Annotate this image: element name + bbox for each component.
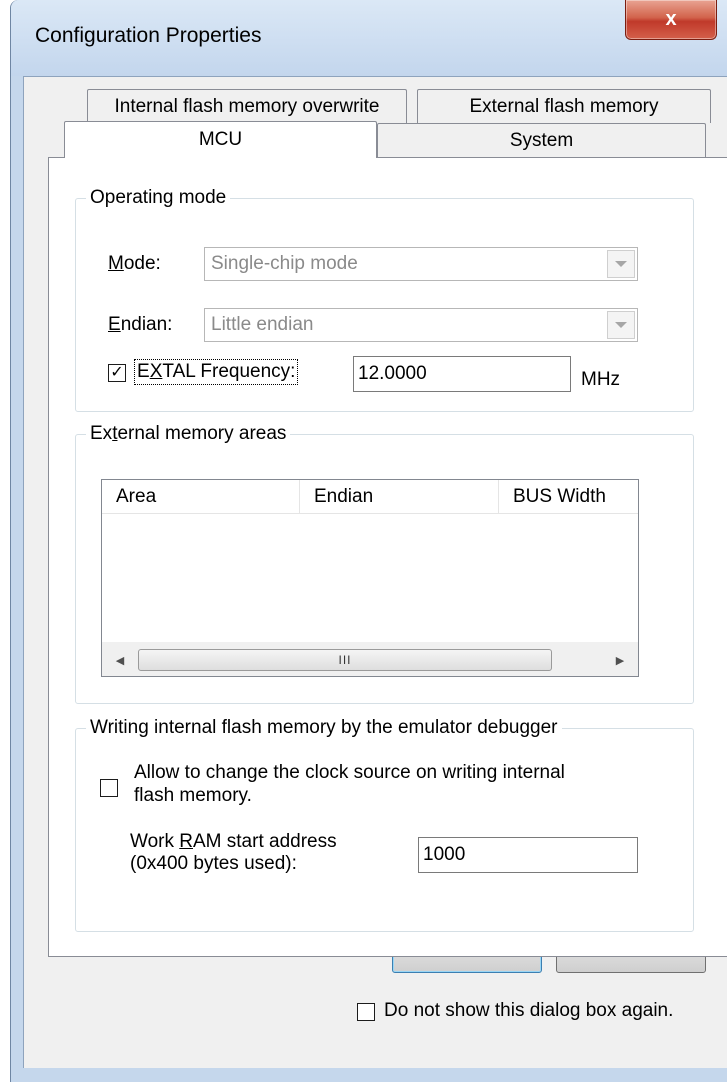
tab-label: MCU <box>198 129 243 150</box>
allow-clock-change-label: Allow to change the clock source on writ… <box>134 762 565 806</box>
tab-label: System <box>509 129 574 151</box>
extal-checkbox[interactable]: ✓ <box>108 364 126 382</box>
tab-internal-flash-overwrite[interactable]: Internal flash memory overwrite <box>87 89 407 123</box>
chevron-down-icon[interactable] <box>607 311 635 339</box>
group-title: Operating mode <box>86 187 231 209</box>
allow-clock-change-checkbox[interactable] <box>100 779 118 797</box>
extal-label: EXTAL Frequency: <box>134 359 299 385</box>
writing-flash-group: Writing internal flash memory by the emu… <box>75 717 694 932</box>
dont-show-again-checkbox[interactable] <box>357 1003 375 1021</box>
dont-show-again-label: Do not show this dialog box again. <box>384 1000 674 1021</box>
extal-frequency-input[interactable]: 12.0000 <box>353 356 571 392</box>
checkmark-icon: ✓ <box>110 364 124 381</box>
dialog-window: Configuration Properties x Internal flas… <box>10 0 727 1082</box>
endian-label: Endian: <box>108 314 173 335</box>
endian-select[interactable]: Little endian <box>204 308 638 342</box>
tab-label: Internal flash memory overwrite <box>114 95 380 117</box>
dialog-client-area: Internal flash memory overwrite External… <box>23 76 727 1068</box>
window-title: Configuration Properties <box>35 24 262 47</box>
external-memory-list[interactable]: Area Endian BUS Width ◀ III ▶ <box>101 479 639 677</box>
external-memory-group: External memory areas Area Endian BUS Wi… <box>75 423 694 704</box>
list-header: Area Endian BUS Width <box>102 480 638 514</box>
work-ram-label: Work RAM start address (0x400 bytes used… <box>130 831 337 874</box>
close-icon: x <box>665 8 677 30</box>
work-ram-address-input[interactable]: 1000 <box>418 837 638 873</box>
operating-mode-group: Operating mode Mode: Single-chip mode En… <box>75 187 694 412</box>
tab-label: External flash memory <box>469 95 659 117</box>
column-header-endian[interactable]: Endian <box>300 480 499 514</box>
tab-system[interactable]: System <box>377 123 706 157</box>
window-frame-left <box>11 76 23 1082</box>
scroll-right-icon[interactable]: ▶ <box>604 643 636 676</box>
scroll-left-icon[interactable]: ◀ <box>104 643 136 676</box>
group-title: Writing internal flash memory by the emu… <box>86 717 562 739</box>
column-header-bus-width[interactable]: BUS Width <box>499 480 638 514</box>
extal-unit: MHz <box>581 369 621 390</box>
horizontal-scrollbar[interactable]: ◀ III ▶ <box>102 642 638 676</box>
close-button[interactable]: x <box>625 0 717 40</box>
column-header-area[interactable]: Area <box>102 480 300 514</box>
endian-select-value: Little endian <box>211 314 314 335</box>
group-title: External memory areas <box>86 423 291 445</box>
chevron-down-icon[interactable] <box>607 250 635 278</box>
tab-external-flash-memory[interactable]: External flash memory <box>417 89 711 123</box>
mode-select-value: Single-chip mode <box>211 253 358 274</box>
mode-label: Mode: <box>108 253 161 274</box>
mcu-tab-panel: Operating mode Mode: Single-chip mode En… <box>48 157 727 957</box>
tab-mcu[interactable]: MCU <box>64 121 377 158</box>
window-frame-bottom <box>11 1068 727 1082</box>
mode-select[interactable]: Single-chip mode <box>204 247 638 281</box>
scrollbar-thumb[interactable]: III <box>138 649 552 671</box>
